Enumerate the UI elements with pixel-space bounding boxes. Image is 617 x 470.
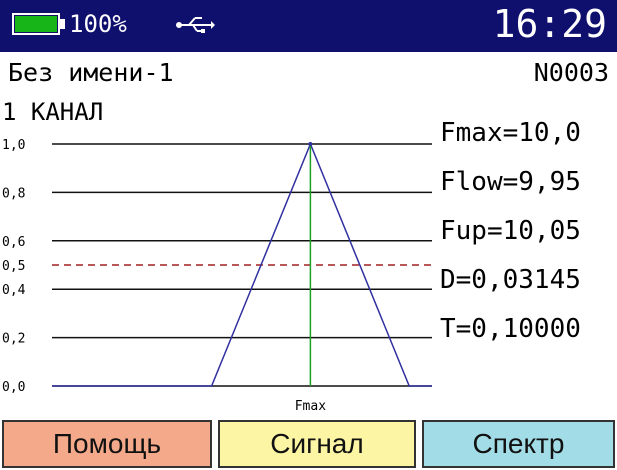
y-tick-label: 0,6 [2, 235, 25, 250]
help-button[interactable]: Помощь [2, 420, 212, 468]
y-tick-label: 1,0 [2, 138, 25, 153]
param-flow: Flow=9,95 [440, 167, 581, 197]
peak-point [308, 142, 313, 146]
device-screen: 100% 16:29 Без имени-1 N0003 1 КАНАЛ 1,0… [0, 0, 617, 470]
spectrum-chart: 1,0 0,8 0,6 0,5 0,4 0,2 0,0 Fmax [2, 138, 432, 414]
signal-button[interactable]: Сигнал [218, 420, 416, 468]
bottom-button-bar: Помощь Сигнал Спектр [0, 420, 617, 470]
param-d: D=0,03145 [440, 265, 581, 295]
param-fmax: Fmax=10,0 [440, 118, 581, 148]
param-fup: Fup=10,05 [440, 216, 581, 246]
x-axis-label: Fmax [295, 399, 326, 414]
param-t: T=0,10000 [440, 314, 581, 344]
y-tick-label: 0,5 [2, 259, 25, 274]
y-tick-label: 0,8 [2, 186, 25, 201]
y-tick-label: 0,0 [2, 380, 25, 395]
y-tick-label: 0,2 [2, 332, 25, 347]
y-tick-label: 0,4 [2, 283, 26, 298]
spectrum-button[interactable]: Спектр [422, 420, 615, 468]
spectrum-series-line [52, 142, 432, 387]
